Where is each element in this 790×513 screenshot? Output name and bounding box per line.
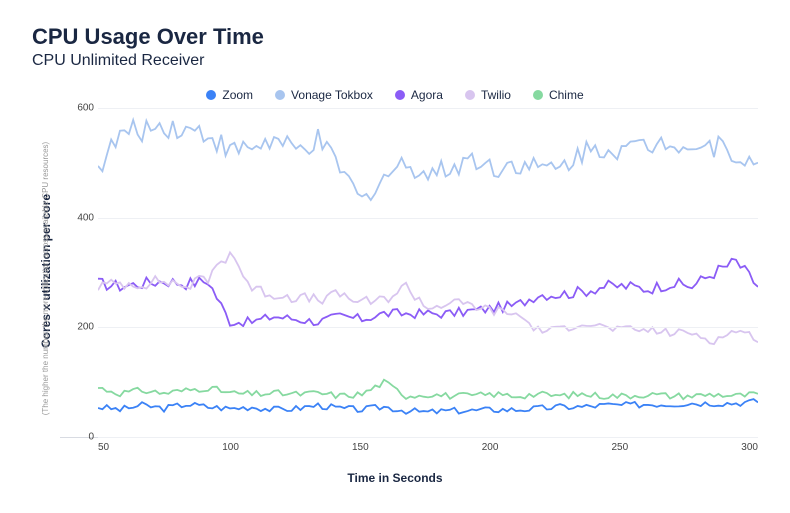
x-axis-label: Time in Seconds: [32, 471, 758, 485]
legend-item: Zoom: [206, 88, 253, 102]
legend-label: Agora: [411, 88, 443, 102]
x-tick-label: 150: [352, 442, 369, 453]
x-tick-label: 300: [741, 442, 758, 453]
legend-swatch: [533, 90, 543, 100]
chart-subtitle: CPU Unlimited Receiver: [32, 52, 758, 70]
x-tick-label: 250: [612, 442, 629, 453]
grid-line: [98, 108, 758, 109]
line-series-svg: [98, 108, 758, 437]
x-tick-label: 100: [222, 442, 239, 453]
y-tick-label: 400: [60, 212, 94, 223]
legend-swatch: [465, 90, 475, 100]
legend-item: Agora: [395, 88, 443, 102]
x-tick-label: 200: [482, 442, 499, 453]
legend-swatch: [395, 90, 405, 100]
y-tick-label: 200: [60, 322, 94, 333]
series-line-chime: [98, 380, 758, 399]
legend-label: Vonage Tokbox: [291, 88, 373, 102]
series-line-vonage-tokbox: [98, 120, 758, 200]
grid-line: [98, 327, 758, 328]
chart-title: CPU Usage Over Time: [32, 24, 758, 50]
legend-label: Zoom: [222, 88, 253, 102]
y-tick-label: 600: [60, 103, 94, 114]
chart-area: Cores x utilization per core (The higher…: [32, 108, 758, 438]
legend-swatch: [206, 90, 216, 100]
series-line-agora: [98, 259, 758, 326]
x-tick-label: 50: [98, 442, 109, 453]
y-axis-sublabel: (The higher the number, the more utiliza…: [42, 141, 51, 414]
y-tick-label: 0: [60, 432, 94, 443]
series-line-twilio: [98, 252, 758, 344]
legend-item: Twilio: [465, 88, 511, 102]
legend-label: Twilio: [481, 88, 511, 102]
x-axis-ticks: 50 100 150 200 250 300: [98, 442, 758, 453]
grid-line: [98, 218, 758, 219]
grid-line: [98, 437, 758, 438]
series-line-zoom: [98, 399, 758, 414]
legend-swatch: [275, 90, 285, 100]
plot-area: 0200400600: [60, 108, 758, 438]
legend-item: Vonage Tokbox: [275, 88, 373, 102]
legend-label: Chime: [549, 88, 584, 102]
legend-item: Chime: [533, 88, 584, 102]
legend: Zoom Vonage Tokbox Agora Twilio Chime: [32, 88, 758, 102]
